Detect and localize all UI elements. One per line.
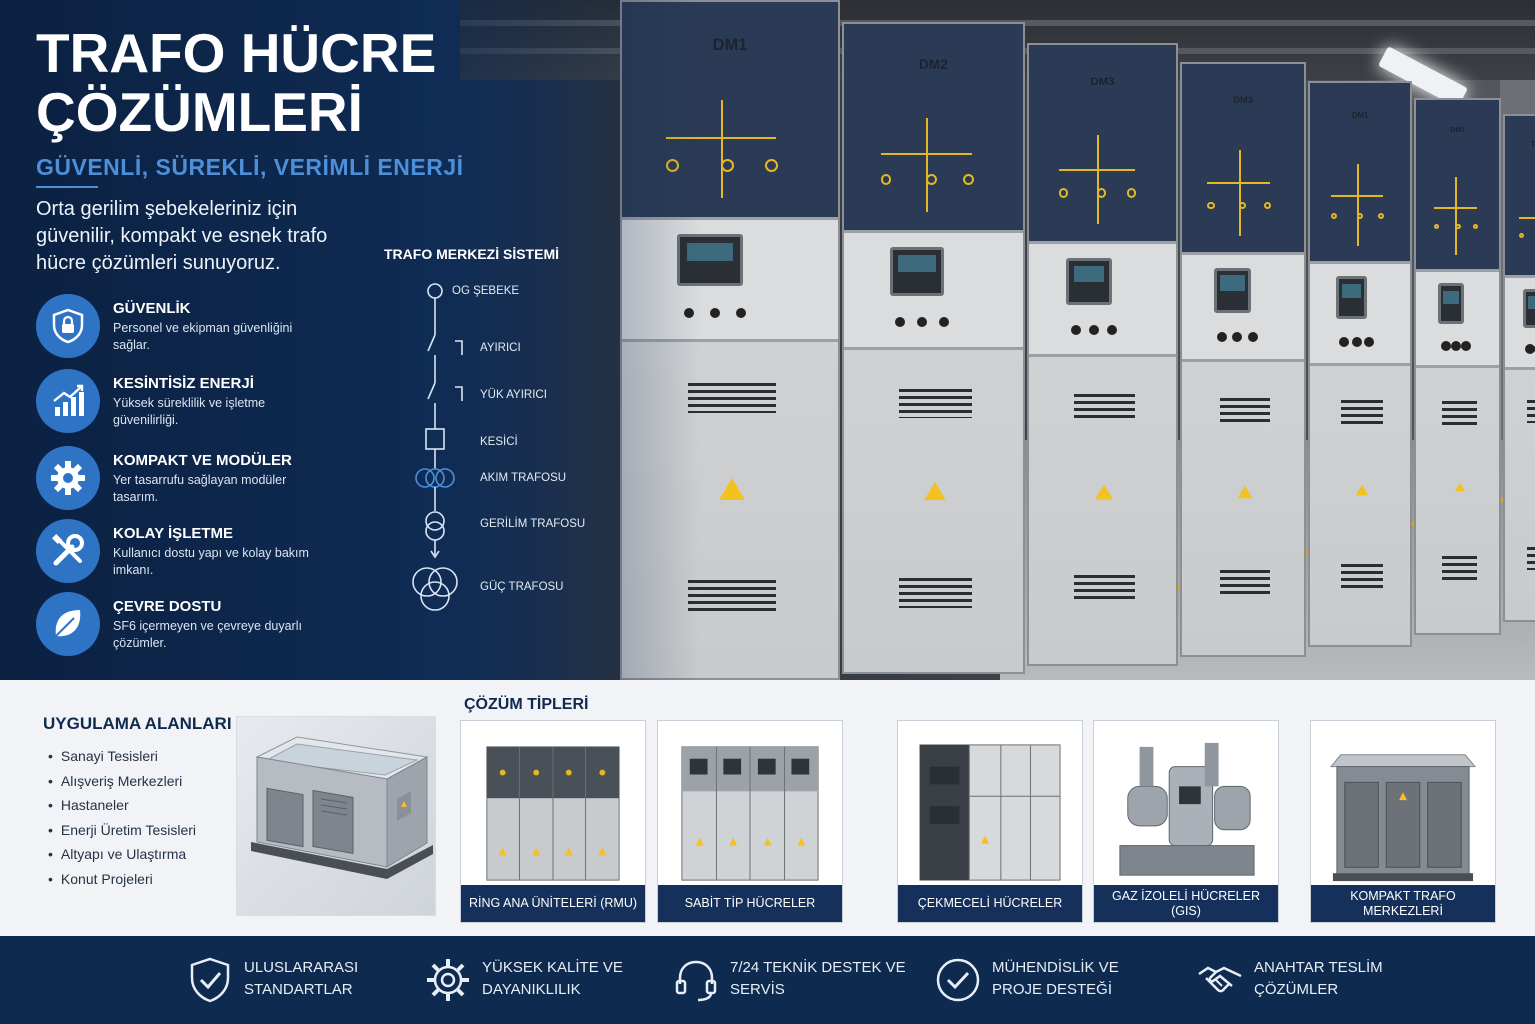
subtitle-rule xyxy=(36,186,98,188)
solution-card-fixed[interactable]: SABİT TİP HÜCRELER xyxy=(657,720,843,923)
schema-title: TRAFO MERKEZİ SİSTEMİ xyxy=(384,246,559,262)
list-item: Enerji Üretim Tesisleri xyxy=(48,822,196,847)
footer-bar: ULUSLARARASI STANDARTLAR YÜKSEK KALİTE V… xyxy=(0,936,1535,1024)
cabinet-label: DM1 xyxy=(1351,111,1369,121)
leaf-icon xyxy=(36,592,100,656)
page-subtitle: GÜVENLİ, SÜREKLİ, VERİMLİ ENERJİ xyxy=(36,154,464,180)
schema-label: GERİLİM TRAFOSU xyxy=(480,518,586,530)
switchgear-cabinet: DM1 xyxy=(1307,80,1413,647)
high-voltage-warning-icon xyxy=(719,478,745,500)
feature-uninterrupted: KESİNTİSİZ ENERJİ Yüksek süreklilik ve i… xyxy=(36,369,366,435)
check-circle-icon xyxy=(936,958,980,1002)
feature-eco-friendly: ÇEVRE DOSTU SF6 içermeyen ve çevreye duy… xyxy=(36,592,366,658)
switchgear-cabinet: DM3 xyxy=(1026,42,1179,667)
switchgear-cabinet: DM2 xyxy=(842,22,1025,674)
cabinet-label: DM1 xyxy=(1450,126,1466,134)
switchgear-cabinet: DM3 xyxy=(1503,114,1535,622)
solution-label: ÇEKMECELİ HÜCRELER xyxy=(898,885,1082,922)
feature-safety: GÜVENLİK Personel ve ekipman güvenliğini… xyxy=(36,294,366,360)
switchgear-cabinet: DM3 xyxy=(1180,62,1306,658)
cabinet-label: DM3 xyxy=(1233,94,1253,106)
high-voltage-warning-icon xyxy=(1237,485,1253,499)
solution-label: GAZ İZOLELİ HÜCRELER (GIS) xyxy=(1094,885,1278,922)
solution-card-withdrawable[interactable]: ÇEKMECELİ HÜCRELER xyxy=(897,720,1083,923)
list-item: Hastaneler xyxy=(48,797,196,822)
solution-card-compact-substation[interactable]: KOMPAKT TRAFO MERKEZLERİ xyxy=(1310,720,1496,923)
high-voltage-warning-icon xyxy=(924,482,947,501)
gear-icon xyxy=(427,959,469,1001)
compact-substation-image xyxy=(1329,754,1477,882)
applications-title: UYGULAMA ALANLARI xyxy=(43,714,232,733)
chart-rising-icon xyxy=(36,369,100,433)
schema-symbols xyxy=(412,283,463,611)
solution-label: SABİT TİP HÜCRELER xyxy=(658,885,842,922)
page-title: TRAFO HÜCRE ÇÖZÜMLERİ xyxy=(36,22,437,143)
solution-card-gis[interactable]: GAZ İZOLELİ HÜCRELER (GIS) xyxy=(1093,720,1279,923)
page: DM1DM2DM3DM3DM1DM1DM3DM2DM3DM2 TRAFO HÜC… xyxy=(0,0,1535,1024)
intro-text: Orta gerilim şebekeleriniz için güvenili… xyxy=(36,198,328,274)
feature-compact: KOMPAKT VE MODÜLER Yer tasarrufu sağlaya… xyxy=(36,446,366,512)
cabinet-label: DM3 xyxy=(1531,141,1535,149)
switchgear-cabinet: DM1 xyxy=(1414,98,1502,635)
schema-label: AKIM TRAFOSU xyxy=(480,472,567,484)
cabinet-label: DM2 xyxy=(918,56,948,72)
solution-card-rmu[interactable]: RİNG ANA ÜNİTELERİ (RMU) xyxy=(460,720,646,923)
high-voltage-warning-icon xyxy=(1454,482,1465,492)
applications-section: UYGULAMA ALANLARI Sanayi Tesisleri Alışv… xyxy=(0,680,1535,936)
fixed-switchgear-image xyxy=(681,746,819,881)
solutions-title: ÇÖZÜM TİPLERİ xyxy=(464,696,589,713)
shield-lock-icon xyxy=(36,294,100,358)
list-item: Altyapı ve Ulaştırma xyxy=(48,846,196,871)
list-item: Sanayi Tesisleri xyxy=(48,748,196,773)
kiosk-substation-image xyxy=(236,716,436,916)
schema-label: OG ŞEBEKE xyxy=(452,285,520,297)
handshake-icon xyxy=(1198,966,1242,993)
shield-check-icon xyxy=(190,957,230,1003)
schema-label: AYIRICI xyxy=(480,342,521,354)
feature-easy-operation: KOLAY İŞLETME Kullanıcı dostu yapı ve ko… xyxy=(36,519,366,585)
withdrawable-switchgear-image xyxy=(919,744,1061,881)
single-line-diagram: OG ŞEBEKE AYIRICI YÜK AYIRICI KESİCİ AKI… xyxy=(400,275,600,625)
high-voltage-warning-icon xyxy=(1355,484,1369,496)
solution-label: KOMPAKT TRAFO MERKEZLERİ xyxy=(1311,885,1495,922)
cabinet-label: DM3 xyxy=(1090,75,1115,88)
applications-list: Sanayi Tesisleri Alışveriş Merkezleri Ha… xyxy=(48,748,196,895)
list-item: Konut Projeleri xyxy=(48,871,196,896)
schema-label: KESİCİ xyxy=(480,436,518,448)
gis-image xyxy=(1119,742,1255,876)
solution-label: RİNG ANA ÜNİTELERİ (RMU) xyxy=(461,885,645,922)
list-item: Alışveriş Merkezleri xyxy=(48,773,196,798)
gear-icon xyxy=(36,446,100,510)
headset-icon xyxy=(675,960,717,1002)
hero-section: DM1DM2DM3DM3DM1DM1DM3DM2DM3DM2 TRAFO HÜC… xyxy=(0,0,1535,680)
schema-label: YÜK AYIRICI xyxy=(480,389,547,401)
rmu-image xyxy=(486,746,620,881)
schema-label: GÜÇ TRAFOSU xyxy=(480,581,564,593)
high-voltage-warning-icon xyxy=(1095,484,1114,500)
tools-icon xyxy=(36,519,100,583)
